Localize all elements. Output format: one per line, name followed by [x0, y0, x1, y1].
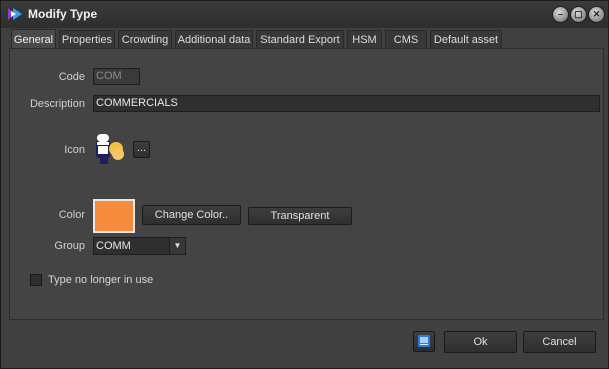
- chevron-down-icon[interactable]: ▼: [169, 238, 185, 254]
- transparent-button[interactable]: Transparent: [248, 207, 352, 225]
- color-swatch[interactable]: [93, 199, 135, 233]
- window-title: Modify Type: [28, 7, 98, 21]
- app-logo-icon: [8, 8, 22, 20]
- tab-cms[interactable]: CMS: [385, 30, 427, 48]
- type-icon-image[interactable]: [94, 132, 128, 168]
- tab-bar: General Properties Crowding Additional d…: [9, 29, 604, 49]
- title-bar[interactable]: Modify Type – ▢ ✕: [1, 1, 608, 28]
- general-tab-panel: Code COM Description COMMERCIALS Icon ..…: [9, 48, 604, 320]
- no-longer-in-use-label: Type no longer in use: [48, 274, 154, 286]
- tab-hsm[interactable]: HSM: [347, 30, 382, 48]
- minimize-button[interactable]: –: [552, 6, 569, 23]
- code-label: Code: [58, 71, 85, 83]
- help-book-icon: [418, 335, 430, 347]
- description-field[interactable]: COMMERCIALS: [93, 95, 600, 112]
- close-button[interactable]: ✕: [588, 6, 605, 23]
- no-longer-in-use-checkbox[interactable]: [30, 274, 42, 286]
- minimize-icon: –: [557, 9, 563, 19]
- description-label: Description: [29, 98, 85, 110]
- cancel-button[interactable]: Cancel: [523, 331, 596, 353]
- tab-default-asset[interactable]: Default asset: [430, 30, 502, 48]
- close-icon: ✕: [592, 9, 601, 19]
- group-label: Group: [54, 240, 85, 252]
- maximize-icon: ▢: [574, 9, 583, 19]
- tab-properties[interactable]: Properties: [59, 30, 115, 48]
- tab-crowding[interactable]: Crowding: [118, 30, 172, 48]
- dialog-footer: Ok Cancel: [1, 321, 608, 368]
- change-color-button[interactable]: Change Color..: [142, 205, 241, 225]
- tab-general[interactable]: General: [11, 29, 56, 49]
- code-field[interactable]: COM: [93, 68, 140, 85]
- group-select[interactable]: COMM ▼: [93, 237, 186, 255]
- ok-button[interactable]: Ok: [444, 331, 517, 353]
- maximize-button[interactable]: ▢: [570, 6, 587, 23]
- color-label: Color: [58, 209, 85, 221]
- icon-browse-button[interactable]: ...: [133, 141, 150, 158]
- group-selected-value: COMM: [96, 240, 131, 252]
- modify-type-dialog: Modify Type – ▢ ✕ General Properties Cro…: [0, 0, 609, 369]
- tab-additional-data[interactable]: Additional data: [175, 30, 253, 48]
- icon-label: Icon: [64, 144, 85, 156]
- help-button[interactable]: [413, 331, 435, 352]
- tab-standard-export[interactable]: Standard Export: [256, 30, 344, 48]
